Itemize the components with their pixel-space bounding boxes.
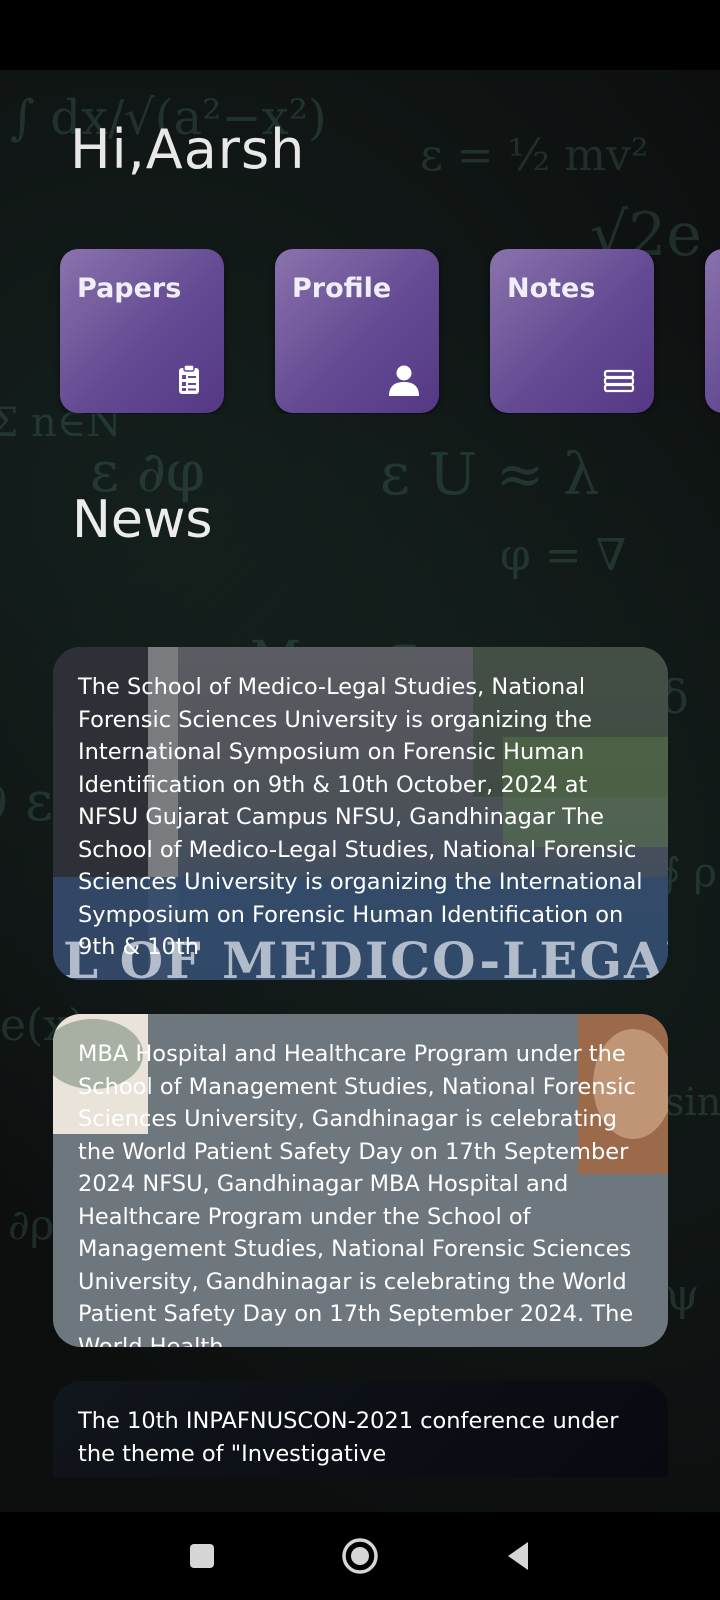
profile-card-label: Profile xyxy=(292,273,392,304)
quick-links-row[interactable]: Papers Profile Notes xyxy=(0,249,720,414)
greeting-title: Hi,Aarsh xyxy=(70,118,306,181)
news-text: The 10th INPAFNUSCON-2021 conference und… xyxy=(78,1408,619,1467)
news-heading: News xyxy=(72,490,213,550)
recents-icon[interactable] xyxy=(178,1532,226,1580)
home-icon[interactable] xyxy=(336,1532,384,1580)
notes-card[interactable]: Notes xyxy=(490,249,654,413)
news-card[interactable]: MBA Hospital and Healthcare Program unde… xyxy=(53,1014,668,1347)
news-text: The School of Medico-Legal Studies, Nati… xyxy=(78,674,643,960)
news-text: MBA Hospital and Healthcare Program unde… xyxy=(78,1041,636,1347)
papers-card[interactable]: Papers xyxy=(60,249,224,413)
notes-card-label: Notes xyxy=(507,273,596,304)
papers-card-label: Papers xyxy=(77,273,182,304)
more-card[interactable] xyxy=(705,249,720,413)
books-icon xyxy=(603,369,635,393)
profile-card[interactable]: Profile xyxy=(275,249,439,413)
clipboard-icon xyxy=(179,364,199,394)
person-icon xyxy=(389,365,419,396)
news-card[interactable]: The 10th INPAFNUSCON-2021 conference und… xyxy=(53,1381,668,1477)
navigation-bar xyxy=(0,1512,720,1600)
news-card[interactable]: L OF MEDICO-LEGAL S The School of Medico… xyxy=(53,647,668,980)
back-icon[interactable] xyxy=(494,1532,542,1580)
status-bar xyxy=(0,0,720,70)
